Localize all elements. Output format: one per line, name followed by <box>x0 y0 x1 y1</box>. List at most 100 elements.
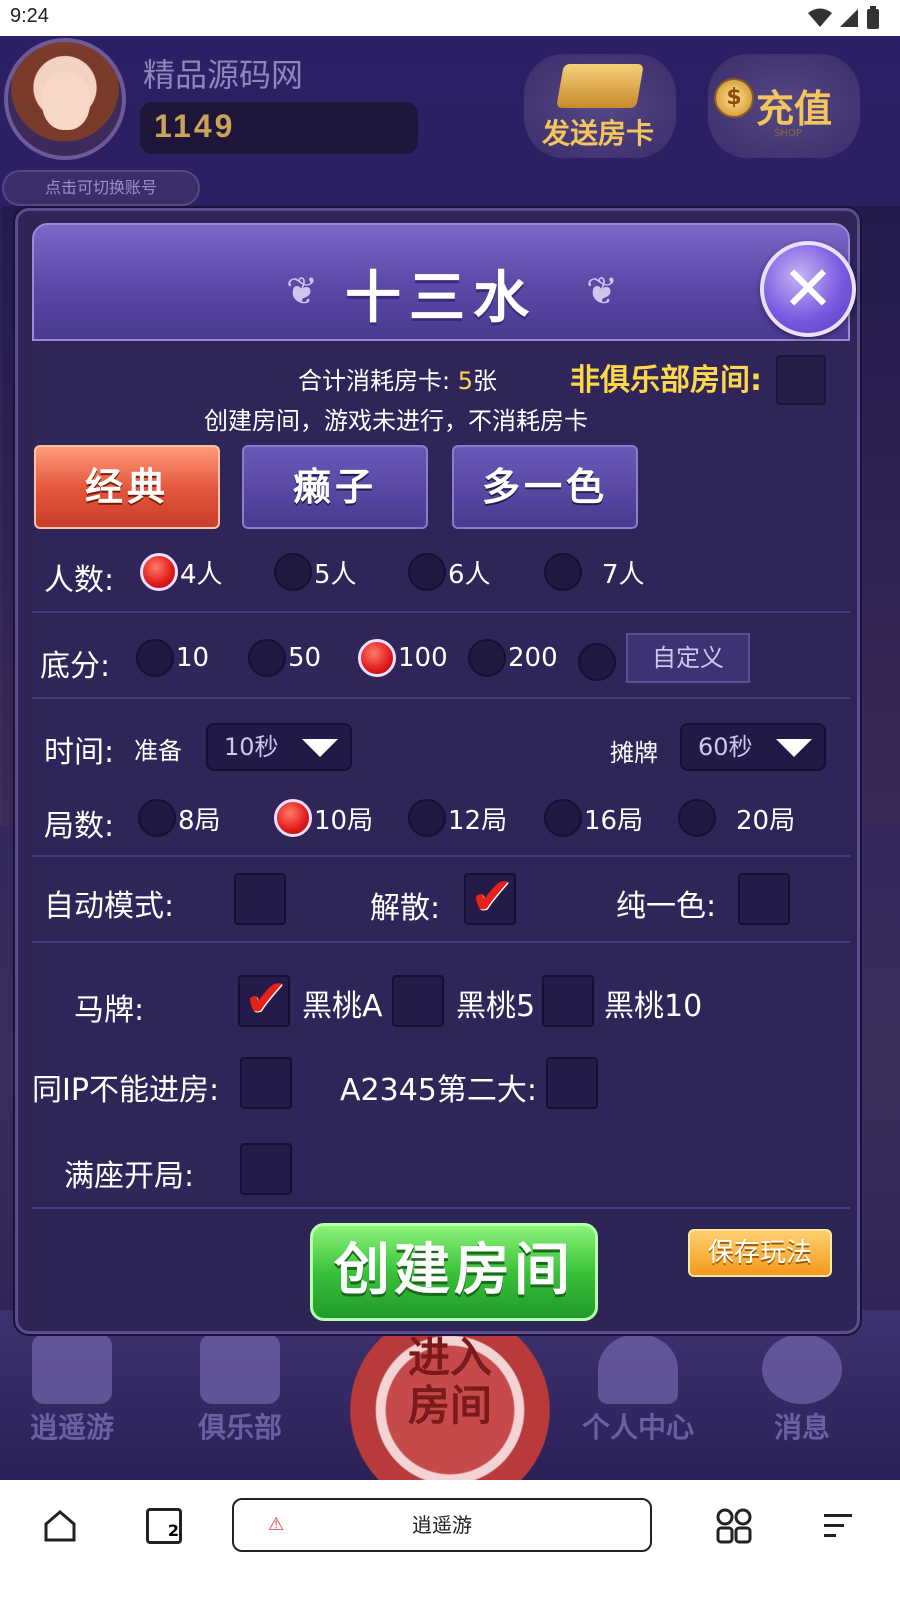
radio-selected <box>358 639 396 677</box>
base-score-option-label: 10 <box>176 643 210 673</box>
deal-time-select[interactable]: 60秒 <box>680 723 826 771</box>
players-option-5[interactable]: 5人 <box>274 553 357 591</box>
recharge-button[interactable]: $ 充值 SHOP <box>708 54 860 158</box>
avatar-face <box>42 72 90 130</box>
chevron-down-icon <box>302 739 338 757</box>
nav-home[interactable]: 逍遥游 <box>30 1334 114 1446</box>
apps-grid-icon[interactable] <box>716 1508 752 1544</box>
menu-icon[interactable] <box>820 1508 856 1544</box>
base-score-option-200[interactable]: 200 <box>468 639 558 677</box>
save-rules-button[interactable]: 保存玩法 <box>688 1229 832 1277</box>
status-icons <box>808 6 880 30</box>
divider <box>32 855 850 857</box>
non-club-checkbox[interactable] <box>776 355 826 405</box>
divider <box>32 941 850 943</box>
same-ip-checkbox[interactable] <box>240 1057 292 1109</box>
horse-spade-5-checkbox[interactable] <box>392 975 444 1027</box>
recharge-label: 充值 <box>756 87 833 131</box>
dollar-coin-icon: $ <box>714 78 754 118</box>
signal-icon <box>840 9 858 27</box>
horse-spade-10-checkbox[interactable] <box>542 975 594 1027</box>
rounds-option-label: 16局 <box>584 805 644 836</box>
tab-classic[interactable]: 经典 <box>34 445 220 529</box>
coin-value: 1149 <box>154 108 236 144</box>
radio-selected <box>274 799 312 837</box>
close-button[interactable]: ✕ <box>760 241 856 337</box>
home-icon[interactable] <box>42 1508 78 1544</box>
tab-wildcard[interactable]: 癞子 <box>242 445 428 529</box>
divider <box>32 697 850 699</box>
radio-unselected <box>578 643 616 681</box>
status-bar: 9:24 <box>0 0 900 36</box>
warning-icon: ⚠ <box>268 1514 285 1535</box>
avatar[interactable] <box>4 38 126 160</box>
cost-value: 5 <box>457 367 474 395</box>
checkmark-icon: ✔ <box>244 969 288 1029</box>
ready-time-label: 准备 <box>134 737 182 765</box>
switch-account-button[interactable]: 点击可切换账号 <box>2 170 200 206</box>
players-option-label: 7人 <box>602 559 645 590</box>
base-score-option-label: 200 <box>508 643 558 673</box>
address-bar[interactable]: ⚠ 逍遥游 <box>232 1498 652 1552</box>
players-option-4[interactable]: 4人 <box>140 553 223 591</box>
battery-icon <box>867 6 879 29</box>
base-score-option-50[interactable]: 50 <box>248 639 321 677</box>
rounds-option-8[interactable]: 8局 <box>138 799 221 837</box>
dialog-title: 十三水 <box>345 266 537 331</box>
room-card-icon <box>556 64 644 108</box>
dialog-header: ❦ 十三水 ❦ ✕ <box>32 223 856 341</box>
rounds-label: 局数: <box>44 809 115 844</box>
a2345-checkbox[interactable] <box>546 1057 598 1109</box>
dismiss-checkbox[interactable]: ✔ <box>464 867 516 927</box>
radio-unselected <box>248 639 286 677</box>
full-start-label: 满座开局: <box>64 1159 195 1194</box>
radio-unselected <box>408 553 446 591</box>
custom-score-button[interactable]: 自定义 <box>626 633 750 683</box>
ready-time-value: 10秒 <box>224 733 279 761</box>
cost-notice: 创建房间，游戏未进行，不消耗房卡 <box>204 407 588 435</box>
full-start-checkbox[interactable] <box>240 1143 292 1195</box>
rounds-option-20[interactable]: 20局 <box>678 799 795 837</box>
username: 精品源码网 <box>143 57 304 93</box>
pure-color-label: 纯一色: <box>616 889 717 924</box>
cards-icon <box>200 1334 280 1404</box>
base-score-option-100[interactable]: 100 <box>358 639 448 677</box>
dialog-body: 合计消耗房卡: 5张 非俱乐部房间: 创建房间，游戏未进行，不消耗房卡 经典 癞… <box>32 343 850 1195</box>
create-room-button[interactable]: 创建房间 <box>310 1223 598 1321</box>
rounds-option-16[interactable]: 16局 <box>544 799 643 837</box>
tab-count: 2 <box>167 1521 179 1540</box>
horse-spade-5-label: 黑桃5 <box>456 989 536 1024</box>
send-card-button[interactable]: 发送房卡 <box>524 54 676 158</box>
players-label: 人数: <box>44 563 115 598</box>
checkmark-icon: ✔ <box>470 867 514 927</box>
base-score-option-10[interactable]: 10 <box>136 639 209 677</box>
nav-profile[interactable]: 个人中心 <box>582 1334 694 1446</box>
players-option-label: 5人 <box>314 559 357 590</box>
players-option-label: 6人 <box>448 559 491 590</box>
nav-club[interactable]: 俱乐部 <box>198 1334 282 1446</box>
page-title: 逍遥游 <box>412 1513 472 1537</box>
pure-color-checkbox[interactable] <box>738 873 790 925</box>
horse-spade-10-label: 黑桃10 <box>604 989 703 1024</box>
nav-messages[interactable]: 消息 <box>762 1334 842 1446</box>
same-ip-label: 同IP不能进房: <box>32 1073 220 1108</box>
ready-time-select[interactable]: 10秒 <box>206 723 352 771</box>
divider <box>32 611 850 613</box>
cost-label: 合计消耗房卡: <box>298 367 451 395</box>
players-option-6[interactable]: 6人 <box>408 553 491 591</box>
base-score-option-custom[interactable] <box>578 643 618 681</box>
auto-mode-checkbox[interactable] <box>234 873 286 925</box>
players-option-7[interactable]: 7人 <box>544 553 645 591</box>
radio-unselected <box>408 799 446 837</box>
send-card-label: 发送房卡 <box>542 117 655 150</box>
rounds-option-label: 20局 <box>736 805 796 836</box>
rounds-option-10[interactable]: 10局 <box>274 799 373 837</box>
horse-label: 马牌: <box>74 993 145 1028</box>
radio-unselected <box>274 553 312 591</box>
dismiss-label: 解散: <box>370 891 441 926</box>
tabs-button[interactable]: 2 <box>146 1508 182 1544</box>
horse-spade-a-checkbox[interactable]: ✔ <box>238 969 290 1029</box>
tab-extra-suit[interactable]: 多一色 <box>452 445 638 529</box>
rounds-option-label: 12局 <box>448 805 508 836</box>
rounds-option-12[interactable]: 12局 <box>408 799 507 837</box>
